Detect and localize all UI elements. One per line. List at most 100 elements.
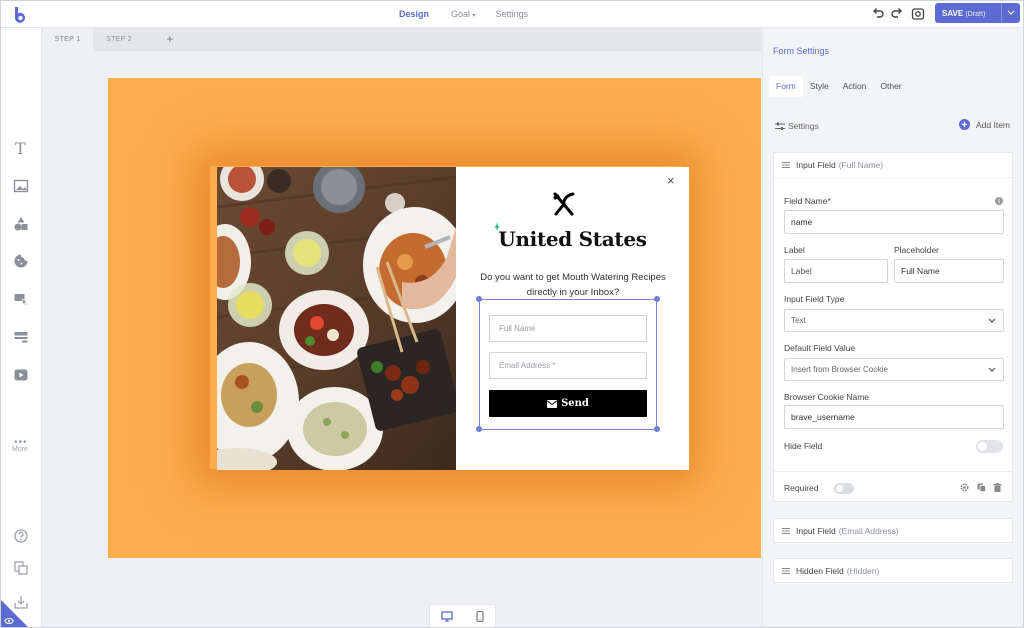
field-card-email[interactable]: Input Field (Email Address) [773, 518, 1013, 543]
fork-knife-icon[interactable] [550, 191, 578, 219]
goal-caret-icon: ▾ [472, 13, 476, 19]
svg-text:T: T [15, 140, 26, 156]
panel-tabs: Form Style Action Other [769, 76, 909, 97]
save-button-label: SAVE (Draft) [935, 9, 1001, 18]
food-photo[interactable] [217, 167, 456, 470]
plus-circle-icon [959, 119, 970, 130]
label-label: Label [784, 245, 805, 255]
top-bar: Design Goal ▾ Settings SAVE (Draft) [1, 1, 1023, 28]
required-toggle[interactable] [834, 483, 854, 494]
save-status: (Draft) [965, 10, 986, 18]
drag-handle-icon[interactable] [782, 161, 790, 169]
default-value-label: Default Field Value [784, 343, 856, 353]
sliders-icon [775, 122, 785, 130]
layout-tool-icon[interactable] [13, 329, 29, 345]
label-input[interactable]: Label [784, 259, 888, 283]
duplicate-page-icon[interactable] [13, 560, 29, 576]
settings-label: Settings [788, 121, 819, 131]
chevron-down-icon [988, 318, 996, 323]
builder-app: Design Goal ▾ Settings SAVE (Draft) T ••… [0, 0, 1024, 628]
field-name-input[interactable]: name [784, 210, 1004, 234]
form-tool-icon[interactable] [13, 291, 29, 307]
resize-handle-tr[interactable] [654, 296, 660, 302]
drag-handle-icon[interactable] [782, 527, 790, 535]
popup-close-button[interactable]: × [667, 173, 675, 188]
field-card-hidden[interactable]: Hidden Field (Hidden) [773, 558, 1013, 583]
placeholder-label: Placeholder [894, 245, 939, 255]
video-tool-icon[interactable] [13, 367, 29, 383]
drag-handle-icon[interactable] [782, 567, 790, 575]
resize-handle-tl[interactable] [476, 296, 482, 302]
save-label: SAVE [942, 8, 964, 18]
tab-step-2[interactable]: STEP 2 [94, 28, 144, 51]
field-card-email-subtitle: (Email Address) [838, 525, 899, 536]
trash-icon[interactable] [993, 483, 1002, 492]
save-button[interactable]: SAVE (Draft) [935, 3, 1020, 23]
nav-goal[interactable]: Goal ▾ [451, 9, 476, 19]
field-card-title: Input Field [796, 160, 836, 170]
nav-design[interactable]: Design [399, 9, 429, 19]
tab-action[interactable]: Action [836, 76, 874, 97]
visibility-toggle-icon[interactable] [1, 600, 29, 628]
placeholder-input[interactable]: Full Name [894, 259, 1004, 283]
undo-icon[interactable] [871, 7, 885, 21]
tab-other[interactable]: Other [873, 76, 908, 97]
nav-settings[interactable]: Settings [496, 9, 529, 19]
resize-handle-bl[interactable] [476, 426, 482, 432]
field-name-label: Field Name* [784, 196, 831, 206]
more-label[interactable]: More [12, 446, 28, 453]
shapes-tool-icon[interactable] [13, 216, 29, 232]
field-card-fullname: Input Field (Full Name) Field Name* name… [773, 152, 1013, 502]
mobile-icon[interactable] [476, 611, 484, 622]
hide-field-toggle[interactable] [976, 440, 1003, 453]
input-type-label: Input Field Type [784, 294, 845, 304]
cookie-name-input[interactable]: brave_username [784, 405, 1004, 429]
envelope-icon [547, 399, 558, 408]
field-card-hidden-title: Hidden Field [796, 565, 844, 576]
text-tool-icon[interactable]: T [13, 140, 29, 156]
preview-icon[interactable] [911, 7, 925, 21]
default-value-select[interactable]: Insert from Browser Cookie [784, 358, 1004, 381]
gear-icon[interactable] [960, 483, 969, 492]
panel-title: Form Settings [773, 46, 830, 56]
field-card-hidden-header[interactable]: Hidden Field (Hidden) [774, 559, 1012, 582]
popup-email-input[interactable]: Email Address * [489, 352, 647, 379]
resize-handle-br[interactable] [654, 426, 660, 432]
brave-logo-icon[interactable] [11, 6, 29, 24]
add-item-label: Add Item [976, 119, 1011, 130]
popup-subtext[interactable]: Do you want to get Mouth Watering Recipe… [479, 270, 667, 300]
form-settings-panel: Form Settings Form Style Action Other Se… [762, 28, 1023, 627]
popup-preview[interactable]: × United States Do you want to get Mouth… [217, 167, 689, 470]
tab-form[interactable]: Form [769, 76, 803, 97]
field-card-email-title: Input Field [796, 525, 836, 536]
save-dropdown-button[interactable] [1001, 3, 1020, 23]
field-card-hidden-subtitle: (Hidden) [846, 565, 880, 576]
cookie-name-label: Browser Cookie Name [784, 392, 870, 402]
info-icon[interactable] [995, 197, 1003, 205]
field-card-email-header[interactable]: Input Field (Email Address) [774, 519, 1012, 542]
settings-toggle[interactable]: Settings [775, 121, 819, 131]
image-tool-icon[interactable] [13, 178, 29, 194]
top-nav: Design Goal ▾ Settings [399, 1, 528, 27]
chevron-down-icon [988, 367, 996, 372]
step-tabs: STEP 1 STEP 2 + [42, 28, 761, 51]
nav-goal-label: Goal [451, 9, 471, 19]
default-value-value: Insert from Browser Cookie [791, 365, 888, 374]
help-icon[interactable] [13, 528, 29, 544]
add-item-button[interactable]: Add Item [959, 119, 1010, 130]
tab-step-1[interactable]: STEP 1 [42, 28, 93, 51]
popup-send-button[interactable]: Send [489, 390, 647, 417]
tab-style[interactable]: Style [803, 76, 836, 97]
field-card-subtitle: (Full Name) [838, 160, 884, 170]
desktop-icon[interactable] [441, 611, 453, 622]
input-type-select[interactable]: Text [784, 309, 1004, 332]
field-card-header[interactable]: Input Field (Full Name) [774, 153, 1012, 178]
cookie-tool-icon[interactable] [13, 253, 29, 269]
card-divider [774, 471, 1012, 472]
add-step-button[interactable]: + [160, 28, 180, 51]
left-toolbar: T ••• More [1, 28, 42, 628]
popup-headline[interactable]: United States [456, 227, 689, 251]
copy-icon[interactable] [977, 483, 986, 492]
redo-icon[interactable] [890, 7, 904, 21]
popup-fullname-input[interactable]: Full Name [489, 315, 647, 342]
